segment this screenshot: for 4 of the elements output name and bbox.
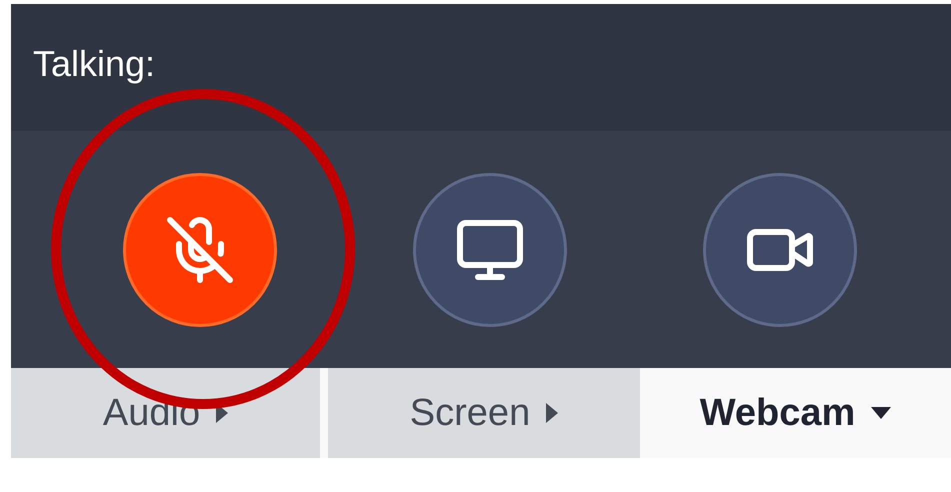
caret-down-icon <box>871 407 892 419</box>
tab[interactable]: Screen <box>328 368 640 458</box>
caret-right-icon <box>546 403 558 423</box>
talking-label: Talking: <box>33 46 156 82</box>
